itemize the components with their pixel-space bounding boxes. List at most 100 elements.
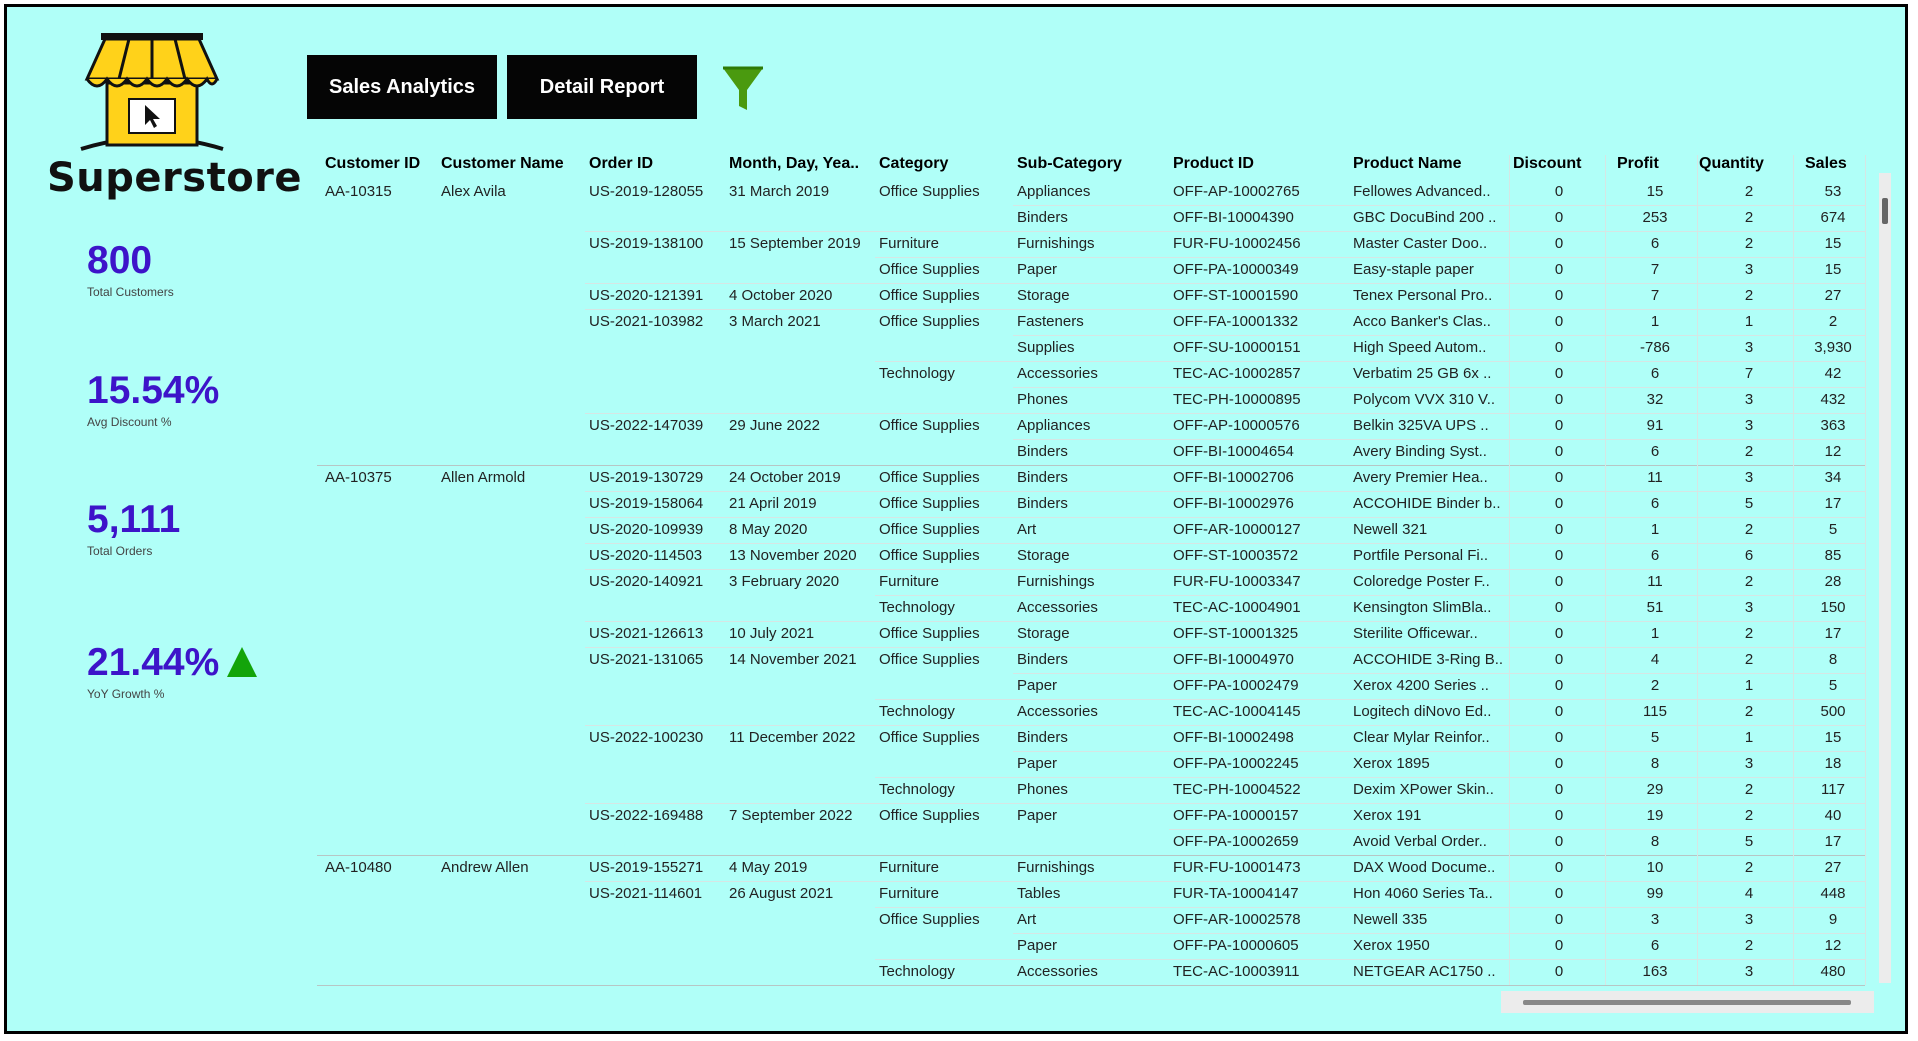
- row-divider: [875, 907, 1865, 908]
- horizontal-scrollbar[interactable]: [1501, 991, 1874, 1013]
- cell-date: 15 September 2019: [729, 235, 861, 252]
- cell-pid: OFF-PA-10002659: [1173, 833, 1299, 850]
- row-divider: [585, 283, 1865, 284]
- row-divider: [585, 413, 1865, 414]
- vertical-scrollbar[interactable]: [1879, 173, 1891, 983]
- cell-pid: TEC-AC-10002857: [1173, 365, 1301, 382]
- cell-qty: 3: [1744, 339, 1754, 356]
- cell-date: 4 May 2019: [729, 859, 808, 876]
- cell-disc: 0: [1554, 287, 1564, 304]
- cell-pname: Tenex Personal Pro..: [1353, 287, 1493, 304]
- filter-icon[interactable]: [721, 66, 765, 114]
- cell-sub: Paper: [1017, 807, 1058, 824]
- cell-disc: 0: [1554, 911, 1564, 928]
- horizontal-scroll-thumb[interactable]: [1523, 1000, 1851, 1005]
- cell-sub: Paper: [1017, 937, 1058, 954]
- kpi-value: 15.54%: [87, 369, 220, 412]
- cell-profit: 10: [1646, 859, 1664, 876]
- header-profit[interactable]: Profit: [1617, 155, 1659, 179]
- cell-sales: 448: [1820, 885, 1846, 902]
- row-divider: [585, 621, 1865, 622]
- cell-cat: Office Supplies: [879, 313, 980, 330]
- cell-qty: 2: [1744, 625, 1754, 642]
- cell-sub: Accessories: [1017, 599, 1098, 616]
- cell-sub: Paper: [1017, 261, 1058, 278]
- cell-pname: ACCOHIDE 3-Ring B..: [1353, 651, 1504, 668]
- cell-pname: Master Caster Doo..: [1353, 235, 1488, 252]
- sales-analytics-button[interactable]: Sales Analytics: [307, 55, 497, 119]
- cell-sub: Binders: [1017, 651, 1068, 668]
- cell-disc: 0: [1554, 261, 1564, 278]
- cell-oid: US-2020-140921: [589, 573, 704, 590]
- cell-oid: US-2019-130729: [589, 469, 704, 486]
- cell-pname: Fellowes Advanced..: [1353, 183, 1491, 200]
- cell-profit: 99: [1646, 885, 1664, 902]
- header-sales[interactable]: Sales: [1805, 155, 1847, 179]
- cell-sales: 17: [1824, 495, 1842, 512]
- cell-qty: 1: [1744, 729, 1754, 746]
- cell-pname: Avery Binding Syst..: [1353, 443, 1487, 460]
- cell-profit: 253: [1642, 209, 1668, 226]
- header-product-id[interactable]: Product ID: [1173, 155, 1254, 179]
- cell-profit: 51: [1646, 599, 1664, 616]
- cell-qty: 3: [1744, 417, 1754, 434]
- cell-disc: 0: [1554, 547, 1564, 564]
- cell-qty: 2: [1744, 703, 1754, 720]
- header-category[interactable]: Category: [879, 155, 948, 179]
- header-customer-id[interactable]: Customer ID: [325, 155, 420, 179]
- kpi-label: Total Orders: [87, 544, 153, 558]
- cell-pname: Avoid Verbal Order..: [1353, 833, 1487, 850]
- cell-sub: Phones: [1017, 781, 1068, 798]
- row-divider: [1013, 335, 1865, 336]
- detail-report-button[interactable]: Detail Report: [507, 55, 697, 119]
- cell-pid: OFF-BI-10004654: [1173, 443, 1294, 460]
- cell-oid: US-2021-126613: [589, 625, 704, 642]
- cell-oid: US-2020-121391: [589, 287, 704, 304]
- cell-date: 29 June 2022: [729, 417, 820, 434]
- cell-disc: 0: [1554, 677, 1564, 694]
- header-discount[interactable]: Discount: [1513, 155, 1581, 179]
- header-date[interactable]: Month, Day, Yea..: [729, 155, 859, 179]
- cell-pname: Xerox 1895: [1353, 755, 1430, 772]
- cell-disc: 0: [1554, 313, 1564, 330]
- row-divider: [585, 725, 1865, 726]
- cell-sub: Furnishings: [1017, 573, 1095, 590]
- cell-pname: Portfile Personal Fi..: [1353, 547, 1489, 564]
- header-order-id[interactable]: Order ID: [589, 155, 653, 179]
- cell-pid: OFF-PA-10002479: [1173, 677, 1299, 694]
- header-product-name[interactable]: Product Name: [1353, 155, 1461, 179]
- cell-sales: 15: [1824, 729, 1842, 746]
- cell-profit: 6: [1650, 365, 1660, 382]
- cell-sub: Accessories: [1017, 703, 1098, 720]
- cell-pname: Acco Banker's Clas..: [1353, 313, 1491, 330]
- table-bottom-divider: [317, 985, 1865, 986]
- cell-qty: 3: [1744, 261, 1754, 278]
- kpi-value: 21.44%: [87, 641, 220, 684]
- cell-qty: 3: [1744, 911, 1754, 928]
- row-divider: [585, 569, 1865, 570]
- vertical-scroll-thumb[interactable]: [1882, 198, 1888, 224]
- cell-sales: 40: [1824, 807, 1842, 824]
- cell-cat: Furniture: [879, 235, 940, 252]
- cell-disc: 0: [1554, 209, 1564, 226]
- row-divider: [317, 855, 1865, 856]
- cell-disc: 0: [1554, 469, 1564, 486]
- header-customer-name[interactable]: Customer Name: [441, 155, 564, 179]
- cell-cat: Office Supplies: [879, 807, 980, 824]
- cell-sales: 480: [1820, 963, 1846, 980]
- header-quantity[interactable]: Quantity: [1699, 155, 1764, 179]
- cell-sales: 34: [1824, 469, 1842, 486]
- row-divider: [585, 543, 1865, 544]
- kpi-label: YoY Growth %: [87, 687, 165, 701]
- cell-date: 31 March 2019: [729, 183, 830, 200]
- cell-qty: 5: [1744, 495, 1754, 512]
- cell-qty: 2: [1744, 287, 1754, 304]
- cell-disc: 0: [1554, 885, 1564, 902]
- cell-pname: Newell 335: [1353, 911, 1428, 928]
- cell-pid: FUR-FU-10001473: [1173, 859, 1301, 876]
- cell-sales: 500: [1820, 703, 1846, 720]
- header-sub-category[interactable]: Sub-Category: [1017, 155, 1122, 179]
- cell-disc: 0: [1554, 573, 1564, 590]
- cell-disc: 0: [1554, 703, 1564, 720]
- cell-cat: Office Supplies: [879, 729, 980, 746]
